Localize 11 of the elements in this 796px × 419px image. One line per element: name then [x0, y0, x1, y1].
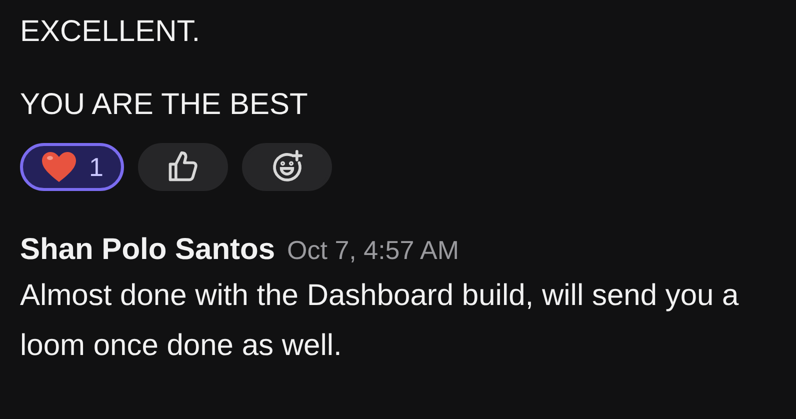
add-reaction-button[interactable]	[242, 143, 332, 191]
message-text: EXCELLENT.	[20, 14, 202, 50]
reaction-button[interactable]: 1	[20, 143, 124, 191]
message-text: Almost done with the Dashboard build, will send you a loom once done as well.	[20, 278, 740, 364]
reaction-button[interactable]	[138, 143, 228, 191]
add-emoji-icon	[270, 150, 304, 184]
message-text: YOU ARE THE BEST	[20, 87, 309, 123]
author-name: Shan Polo Santos	[20, 233, 276, 267]
heart-icon	[41, 151, 77, 183]
thumbs-up-icon	[166, 150, 200, 184]
timestamp: Oct 7, 4:57 AM	[287, 235, 460, 266]
